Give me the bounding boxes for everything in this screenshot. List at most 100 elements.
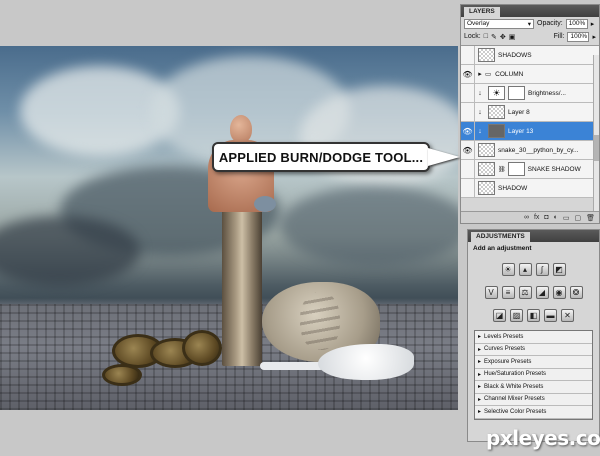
preset-item[interactable]: ▸ Levels Presets [475,331,592,344]
layer-name: Layer 13 [508,127,534,135]
preset-label: Selective Color Presets [484,408,547,415]
layer-row-selected[interactable]: 👁 ↓ Layer 13 [461,122,599,141]
layer-name: Layer 8 [508,108,530,116]
expand-arrow-icon[interactable]: ▸ [478,396,481,403]
chevron-right-icon[interactable]: ▸ [592,33,596,41]
expand-arrow-icon[interactable]: ▸ [478,383,481,390]
visibility-toggle[interactable] [461,84,475,102]
fx-icon[interactable]: fx [534,214,539,221]
layer-row[interactable]: 👁 snake_30__python_by_cy... [461,141,599,160]
lock-label: Lock: [464,33,481,40]
clip-arrow-icon: ↓ [478,127,482,135]
expand-arrow-icon[interactable]: ▸ [478,358,481,365]
presets-list: ▸ Levels Presets ▸ Curves Presets ▸ Expo… [474,330,593,420]
statue-face [300,292,340,350]
lock-transparency-icon[interactable]: □ [484,33,488,41]
preset-label: Exposure Presets [484,358,532,365]
new-layer-icon[interactable]: ▢ [574,214,581,222]
layer-row[interactable]: SHADOWS [461,46,599,65]
eye-icon[interactable]: 👁 [461,122,475,140]
preset-item[interactable]: ▸ Curves Presets [475,343,592,356]
layer-name: snake_30__python_by_cy... [498,146,579,154]
layer-row[interactable]: ↓ ☀ Brightness/... [461,84,599,103]
visibility-toggle[interactable] [461,160,475,178]
preset-item[interactable]: ▸ Exposure Presets [475,356,592,369]
lock-row: Lock: □ ✎ ✥ ▣ Fill: 100% ▸ [461,30,599,43]
blend-mode-value: Overlay [467,20,490,27]
opacity-input[interactable]: 100% [565,18,588,29]
preset-label: Curves Presets [484,346,526,353]
channel-mixer-icon[interactable]: ❂ [569,286,583,299]
color-balance-icon[interactable]: ⚖ [518,286,532,299]
layer-name: SHADOW [498,184,528,192]
swan-neck [260,362,324,370]
link-icon[interactable]: ∞ [524,214,529,221]
blend-mode-select[interactable]: Overlay ▾ [464,18,534,29]
layer-name: SNAKE SHADOW [527,165,581,173]
visibility-toggle[interactable] [461,103,475,121]
layer-thumbnail [478,181,495,195]
layers-tab-bar: LAYERS [461,5,599,17]
preset-item[interactable]: ▸ Hue/Saturation Presets [475,368,592,381]
expand-arrow-icon[interactable]: ▸ [478,371,481,378]
eye-icon[interactable]: 👁 [461,65,475,83]
lock-position-icon[interactable]: ✥ [500,33,506,41]
tab-adjustments[interactable]: ADJUSTMENTS [471,232,530,242]
eye-icon[interactable]: 👁 [461,141,475,159]
preset-label: Channel Mixer Presets [484,396,545,403]
blend-row: Overlay ▾ Opacity: 100% ▸ [461,17,599,30]
adjustment-layer-icon[interactable]: ◐ [554,214,558,221]
selective-color-icon[interactable]: ✕ [561,309,574,322]
threshold-icon[interactable]: ◧ [527,309,540,322]
layer-thumbnail [478,162,495,176]
expand-arrow-icon[interactable]: ▸ [475,70,485,78]
tab-layers[interactable]: LAYERS [464,7,500,17]
exposure-icon[interactable]: ◩ [552,263,566,276]
expand-arrow-icon[interactable]: ▸ [478,333,481,340]
brightness-contrast-icon[interactable]: ☀ [501,263,515,276]
hue-saturation-icon[interactable]: ≡ [501,286,515,299]
posterize-icon[interactable]: ▨ [510,309,523,322]
trash-icon[interactable]: 🗑 [586,214,595,222]
layers-scrollbar[interactable] [593,55,599,211]
expand-arrow-icon[interactable]: ▸ [478,346,481,353]
preset-item[interactable]: ▸ Channel Mixer Presets [475,393,592,406]
preset-item[interactable]: ▸ Black & White Presets [475,381,592,394]
chain-icon: ⛓ [498,166,506,173]
invert-icon[interactable]: ◪ [493,309,506,322]
visibility-toggle[interactable] [461,46,475,64]
swan [318,344,414,380]
scroll-thumb[interactable] [594,135,599,161]
lock-all-icon[interactable]: ▣ [509,33,516,41]
layer-row[interactable]: ⛓ SNAKE SHADOW [461,160,599,179]
chevron-right-icon[interactable]: ▸ [591,20,595,28]
layer-row[interactable]: ↓ Layer 8 [461,103,599,122]
black-white-icon[interactable]: ◢ [535,286,549,299]
pigeon [254,196,276,212]
layer-mask-thumbnail [507,162,525,176]
preset-label: Levels Presets [484,333,524,340]
layer-row[interactable]: 👁 ▸ ▭ COLUMN [461,65,599,84]
layer-name: SHADOWS [498,51,532,59]
layer-row[interactable]: SHADOW [461,179,599,198]
visibility-toggle[interactable] [461,179,475,197]
preset-item[interactable]: ▸ Selective Color Presets [475,406,592,419]
fill-input[interactable]: 100% [567,31,590,42]
expand-arrow-icon[interactable]: ▸ [478,408,481,415]
preset-label: Black & White Presets [484,383,544,390]
adjustment-icons-row-1: ☀ ▴ ∫ ◩ [468,263,599,276]
layer-name: COLUMN [495,70,524,78]
gradient-map-icon[interactable]: ▬ [544,309,557,322]
photo-filter-icon[interactable]: ◉ [552,286,566,299]
add-mask-icon[interactable]: ◘ [544,214,548,221]
folder-icon: ▭ [485,71,492,78]
lock-paint-icon[interactable]: ✎ [491,33,497,41]
new-group-icon[interactable]: ▭ [563,214,570,222]
layers-footer: ∞ fx ◘ ◐ ▭ ▢ 🗑 [461,211,599,223]
callout-pointer [428,148,460,166]
levels-icon[interactable]: ▴ [518,263,532,276]
vibrance-icon[interactable]: V [484,286,498,299]
clip-arrow-icon: ↓ [478,89,482,97]
curves-icon[interactable]: ∫ [535,263,549,276]
layer-name: Brightness/... [528,89,566,97]
